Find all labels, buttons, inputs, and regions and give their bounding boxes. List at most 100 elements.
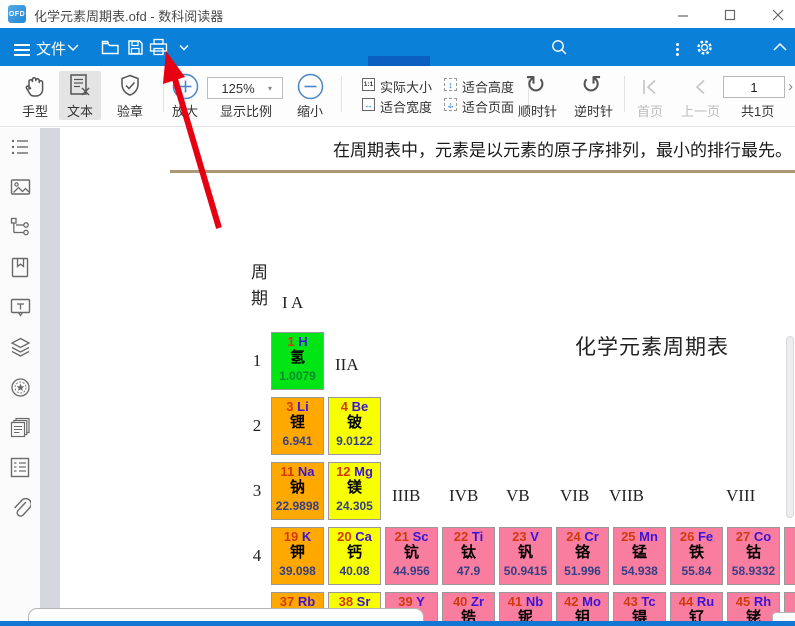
element-cell: 25 Mn 锰 54.938 — [613, 527, 666, 585]
group-label-viib: VIIB — [609, 486, 644, 505]
toolbar-divider — [163, 76, 164, 112]
prev-page-icon[interactable] — [694, 79, 706, 95]
group-label-iiib: IIIB — [392, 486, 421, 505]
document-page: 在周期表中，元素是以元素的原子序排列，最小的排行最先。 周期 I A IIA 化… — [60, 128, 795, 626]
element-cell: 23 V 钒 50.9415 — [499, 527, 552, 585]
rotate-counterclockwise-icon[interactable]: ↺ — [581, 72, 602, 97]
rotate-clockwise-label[interactable]: 顺时针 — [518, 101, 557, 120]
element-cell: 28 — [784, 527, 795, 585]
minimize-button[interactable] — [668, 6, 698, 24]
verify-seal-label[interactable]: 验章 — [117, 101, 143, 120]
rotate-counterclockwise-label[interactable]: 逆时针 — [574, 101, 613, 120]
group-label-vb: VB — [506, 486, 530, 505]
minimize-icon — [678, 15, 688, 17]
toolbar-divider — [624, 76, 625, 112]
intro-text: 在周期表中，元素是以元素的原子序排列，最小的排行最先。 — [333, 141, 792, 160]
vertical-scrollbar-thumb[interactable] — [786, 336, 794, 518]
zoom-in-icon[interactable] — [172, 73, 199, 100]
fit-height-label[interactable]: 适合高度 — [462, 77, 514, 96]
period-number: 2 — [252, 416, 262, 435]
bookmarks-icon[interactable] — [9, 256, 31, 278]
fit-width-label[interactable]: 适合宽度 — [380, 97, 432, 116]
actual-size-icon[interactable]: 1:1 — [362, 78, 375, 91]
zoom-out-label[interactable]: 缩小 — [297, 101, 323, 120]
seals-icon[interactable] — [9, 376, 31, 398]
period-number: 1 — [252, 351, 262, 370]
element-cell: 20 Ca 钙 40.08 — [328, 527, 381, 585]
structure-tree-icon[interactable] — [9, 216, 31, 238]
page-total-label: 共1页 — [741, 104, 775, 119]
element-cell: 26 Fe 铁 55.84 — [670, 527, 723, 585]
element-cell: 1 H 氢 1.0079 — [271, 332, 324, 390]
hand-tool-icon[interactable] — [21, 73, 48, 100]
fit-page-label[interactable]: 适合页面 — [462, 97, 514, 116]
text-tool-icon[interactable] — [68, 73, 93, 99]
element-cell: 24 Cr 铬 51.996 — [556, 527, 609, 585]
element-cell: 21 Sc 钪 44.956 — [385, 527, 438, 585]
next-page-icon[interactable]: › — [788, 78, 793, 95]
panel-splitter[interactable] — [40, 128, 60, 626]
first-page-label[interactable]: 首页 — [637, 101, 663, 120]
hamburger-menu-icon[interactable] — [14, 41, 30, 59]
group-label-ia: I A — [282, 293, 304, 312]
horizontal-rule — [170, 170, 795, 173]
fit-height-icon[interactable]: ↕ — [444, 78, 457, 91]
element-cell: 19 K 钾 39.098 — [271, 527, 324, 585]
annotations-icon[interactable] — [9, 296, 31, 318]
collapse-toolbar-chevron-icon[interactable] — [772, 42, 788, 52]
prev-page-label[interactable]: 上一页 — [681, 101, 720, 120]
fit-width-icon[interactable]: ↔ — [362, 98, 375, 111]
layers-icon[interactable] — [9, 336, 31, 358]
attachments-icon[interactable] — [9, 496, 31, 518]
maximize-button[interactable] — [715, 6, 745, 24]
verify-seal-icon[interactable] — [117, 73, 143, 100]
element-cell: 11 Na 钠 22.9898 — [271, 462, 324, 520]
document-table-title: 化学元素周期表 — [575, 335, 729, 359]
left-panel-tabs — [0, 128, 40, 626]
pages-icon[interactable] — [9, 416, 31, 438]
page-number-input[interactable]: 1 — [723, 76, 785, 98]
element-cell: 4 Be 铍 9.0122 — [328, 397, 381, 455]
group-label-viii: VIII — [726, 486, 756, 505]
zoom-ratio-label: 显示比例 — [220, 104, 273, 119]
close-button[interactable] — [763, 6, 793, 24]
hand-tool-label[interactable]: 手型 — [22, 101, 48, 120]
outline-icon[interactable] — [9, 136, 31, 158]
more-options-icon[interactable] — [676, 41, 679, 58]
zoom-select-caret-icon: ▾ — [268, 83, 273, 93]
first-page-icon[interactable] — [642, 79, 658, 95]
period-header: 周期 — [251, 263, 268, 309]
zoom-in-label[interactable]: 放大 — [172, 101, 198, 120]
window-title: 化学元素周期表.ofd - 数科阅读器 — [34, 9, 224, 24]
main-menubar: 文件 阅读 点此查找文本 ΞRIII — [0, 28, 795, 94]
period-number: 3 — [252, 481, 262, 500]
fit-page-icon[interactable]: ↕ ↔ — [444, 98, 457, 111]
print-options-chevron-icon[interactable] — [178, 44, 190, 52]
gear-icon[interactable] — [695, 38, 714, 57]
catalog-icon[interactable] — [9, 456, 31, 478]
group-label-iia: IIA — [335, 355, 359, 374]
text-tool-label[interactable]: 文本 — [67, 101, 93, 120]
rotate-clockwise-icon[interactable]: ↻ — [525, 72, 546, 97]
file-menu-button[interactable]: 文件 — [36, 38, 66, 59]
actual-size-label[interactable]: 实际大小 — [380, 77, 432, 96]
element-cell: 27 Co 钴 58.9332 — [727, 527, 780, 585]
element-cell: 3 Li 锂 6.941 — [271, 397, 324, 455]
file-menu-chevron-icon[interactable] — [66, 43, 80, 53]
thumbnails-icon[interactable] — [9, 176, 31, 198]
zoom-percent-value: 125% — [221, 80, 255, 96]
save-button[interactable] — [127, 39, 144, 56]
open-file-button[interactable] — [101, 39, 120, 56]
element-cell: 22 Ti 钛 47.9 — [442, 527, 495, 585]
toolbar-divider — [341, 76, 342, 112]
zoom-out-icon[interactable] — [297, 73, 324, 100]
zoom-percent-select[interactable]: 125% ▾ — [207, 77, 283, 99]
group-label-vib: VIB — [560, 486, 590, 505]
search-icon[interactable] — [551, 39, 568, 56]
print-button[interactable] — [149, 38, 168, 56]
group-label-ivb: IVB — [449, 486, 479, 505]
close-icon — [772, 9, 784, 21]
period-number: 4 — [252, 546, 262, 565]
reader-window: OFD 化学元素周期表.ofd - 数科阅读器 文件 阅读 点此查找文本 ΞRI… — [0, 0, 795, 626]
ofd-file-icon: OFD — [8, 5, 26, 23]
